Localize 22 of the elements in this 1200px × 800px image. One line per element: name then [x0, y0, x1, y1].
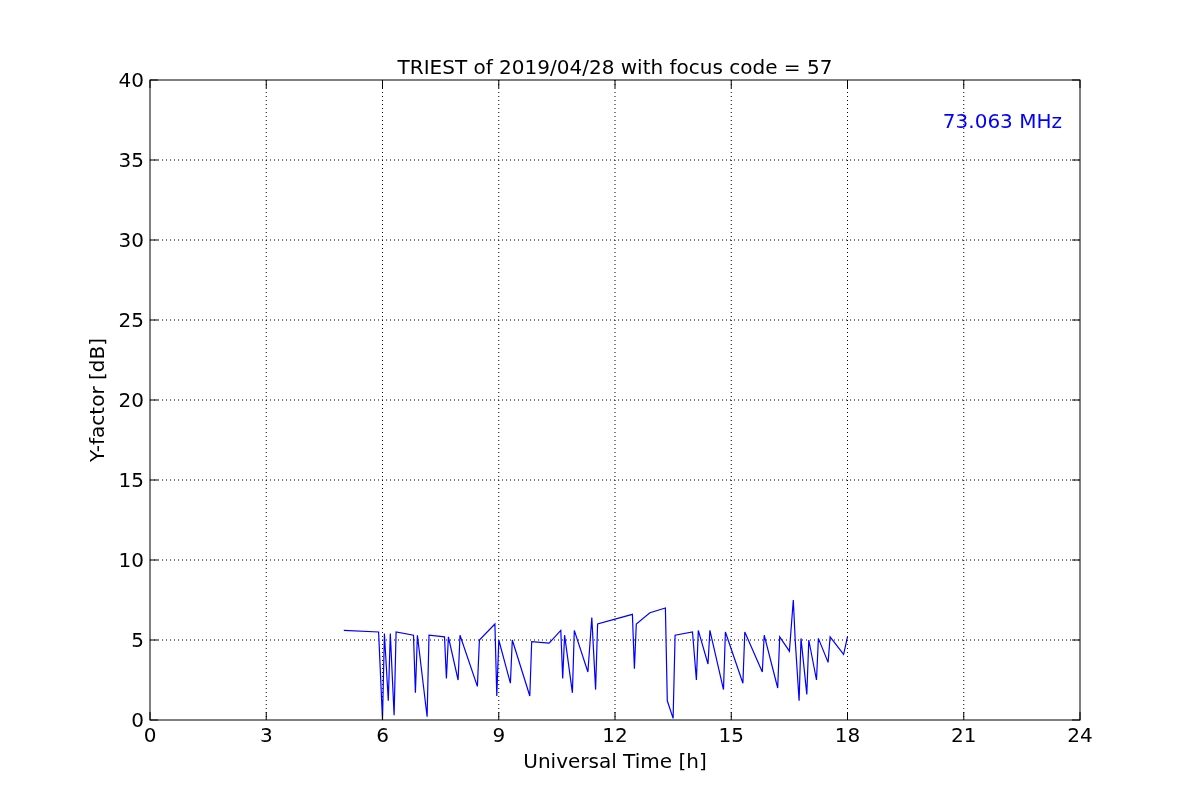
y-tick-label: 20 — [118, 388, 144, 412]
x-axis-label: Universal Time [h] — [523, 749, 707, 773]
y-tick-label: 40 — [118, 68, 144, 92]
x-tick-label: 9 — [492, 723, 506, 747]
series-label: 73.063 MHz — [942, 109, 1062, 133]
chart-title: TRIEST of 2019/04/28 with focus code = 57 — [397, 55, 833, 79]
x-tick-label: 24 — [1067, 723, 1093, 747]
y-tick-label: 0 — [131, 708, 144, 732]
y-tick-label: 30 — [118, 228, 144, 252]
x-tick-label: 21 — [951, 723, 977, 747]
y-axis-label: Y-factor [dB] — [85, 338, 109, 462]
y-tick-label: 15 — [118, 468, 144, 492]
y-tick-label: 35 — [118, 148, 144, 172]
x-tick-label: 3 — [259, 723, 273, 747]
x-tick-label: 15 — [718, 723, 744, 747]
y-tick-label: 25 — [118, 308, 144, 332]
y-tick-label: 10 — [118, 548, 144, 572]
x-tick-label: 0 — [143, 723, 157, 747]
y-tick-label: 5 — [131, 628, 144, 652]
x-tick-label: 6 — [376, 723, 389, 747]
x-tick-label: 12 — [602, 723, 628, 747]
x-tick-label: 18 — [834, 723, 861, 747]
